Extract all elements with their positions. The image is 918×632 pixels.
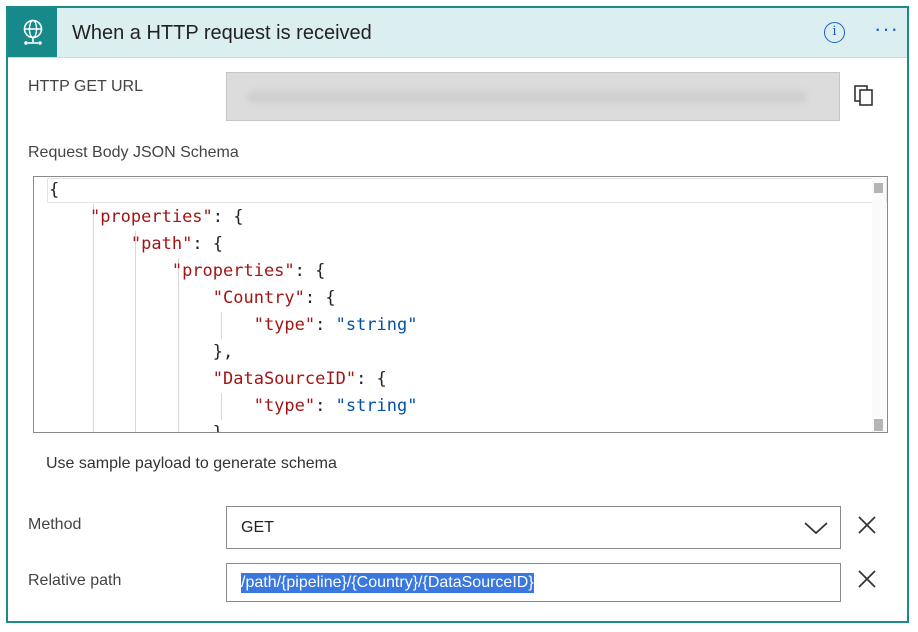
method-value: GET [241, 519, 274, 536]
code-line: "properties": { [89, 207, 244, 227]
relative-path-label: Relative path [28, 572, 122, 589]
code-line: "DataSourceID": { [212, 369, 387, 389]
http-get-url-field[interactable] [226, 72, 840, 121]
more-options-icon[interactable]: ··· [874, 16, 899, 42]
code-line: } [49, 423, 223, 433]
editor-scrollbar[interactable] [872, 177, 886, 432]
code-line: { [49, 180, 60, 200]
clear-relative-path-icon[interactable] [857, 569, 877, 594]
clear-method-icon[interactable] [857, 515, 877, 540]
code-line: "properties": { [171, 261, 326, 281]
info-icon[interactable]: i [824, 22, 845, 43]
globe-request-icon [8, 8, 57, 57]
http-get-url-label: HTTP GET URL [28, 78, 143, 95]
chevron-down-icon [804, 521, 828, 540]
scroll-thumb-bottom[interactable] [874, 419, 883, 431]
card-title: When a HTTP request is received [72, 22, 372, 44]
relative-path-input[interactable]: /path/{pipeline}/{Country}/{DataSourceID… [226, 563, 841, 602]
copy-icon[interactable] [853, 84, 875, 113]
redacted-url [247, 91, 807, 103]
code-line: }, [49, 342, 234, 362]
card-header[interactable]: When a HTTP request is received i ··· [8, 8, 907, 58]
code-line: "path": { [130, 234, 224, 254]
trigger-card: When a HTTP request is received i ··· HT… [6, 6, 909, 623]
code-line: "type": "string" [253, 396, 418, 416]
sample-payload-link[interactable]: Use sample payload to generate schema [46, 455, 337, 473]
relative-path-value: /path/{pipeline}/{Country}/{DataSourceID… [241, 573, 534, 593]
code-line: "Country": { [212, 288, 336, 308]
scroll-thumb-top[interactable] [874, 183, 883, 193]
code-line: "type": "string" [253, 315, 418, 335]
json-code: { "properties": { "path": { "properties"… [49, 177, 418, 433]
method-select[interactable]: GET [226, 506, 841, 549]
json-schema-editor[interactable]: { "properties": { "path": { "properties"… [33, 176, 888, 433]
method-label: Method [28, 516, 82, 533]
schema-label: Request Body JSON Schema [28, 144, 239, 161]
